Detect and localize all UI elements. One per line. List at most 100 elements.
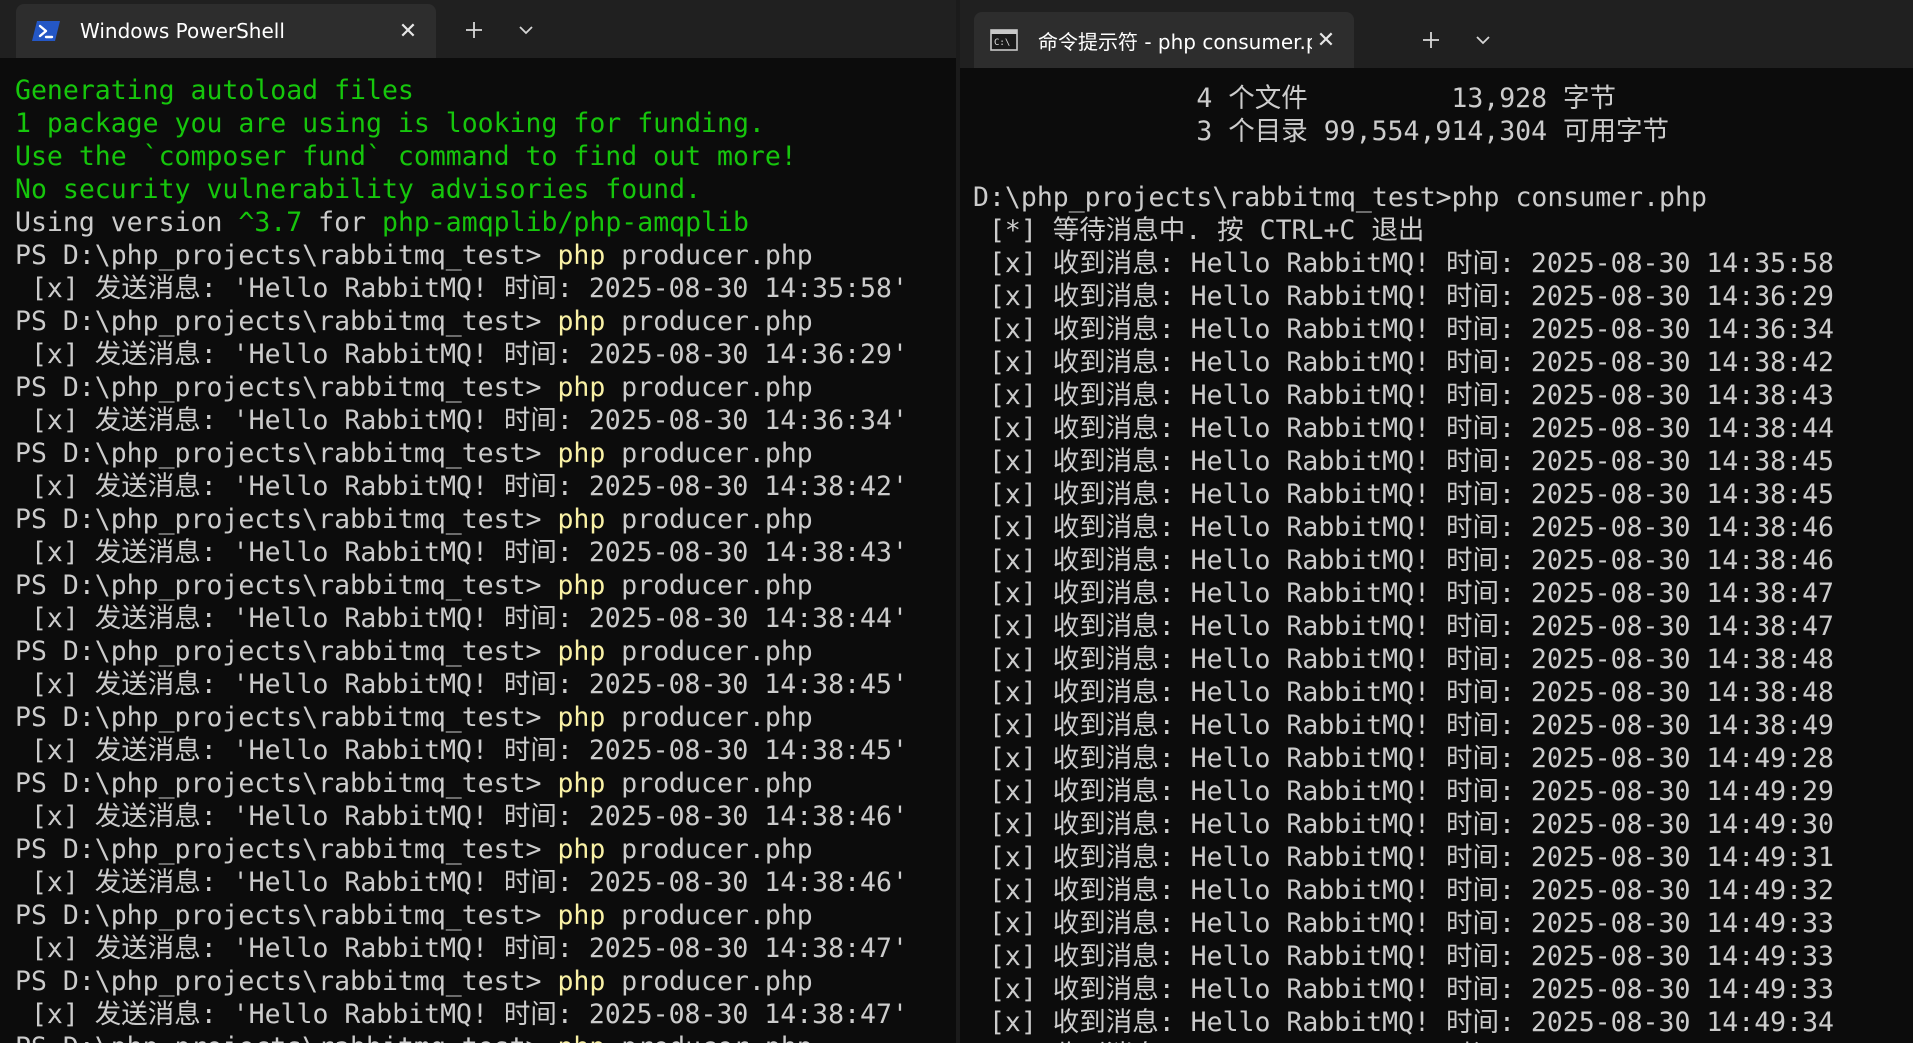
tab-title: 命令提示符 - php consumer.p [1038,29,1312,54]
console-line: PS D:\php_projects\rabbitmq_test> php pr… [15,371,958,404]
tab-cmd[interactable]: C:\ 命令提示符 - php consumer.p ✕ [974,12,1354,68]
console-text: [x] 发送消息: 'Hello RabbitMQ! 时间: 2025-08-3… [15,669,908,700]
console-line: [x] 收到消息: Hello RabbitMQ! 时间: 2025-08-30… [973,280,1913,313]
terminal-output[interactable]: 4 个文件 13,928 字节 3 个目录 99,554,914,304 可用字… [973,82,1913,1043]
console-text: php [557,240,606,271]
console-line: PS D:\php_projects\rabbitmq_test> php pr… [15,569,958,602]
console-text: ^3.7 [238,207,303,238]
console-text: [x] 发送消息: 'Hello RabbitMQ! 时间: 2025-08-3… [15,405,908,436]
console-text: Generating autoload files [15,75,414,106]
console-text: [x] 发送消息: 'Hello RabbitMQ! 时间: 2025-08-3… [15,339,908,370]
console-line: D:\php_projects\rabbitmq_test>php consum… [973,181,1913,214]
console-line: [x] 收到消息: Hello RabbitMQ! 时间: 2025-08-30… [973,610,1913,643]
console-text: [x] 发送消息: 'Hello RabbitMQ! 时间: 2025-08-3… [15,867,908,898]
console-line: 4 个文件 13,928 字节 [973,82,1913,115]
cmd-window[interactable]: C:\ 命令提示符 - php consumer.p ✕ 4 个文件 13,92… [960,0,1913,1043]
console-text: [x] 收到消息: Hello RabbitMQ! 时间: 2025-08-30… [973,578,1834,609]
console-text: Using version [15,207,239,238]
console-text: [x] 发送消息: 'Hello RabbitMQ! 时间: 2025-08-3… [15,735,908,766]
console-line: PS D:\php_projects\rabbitmq_test> php pr… [15,503,958,536]
console-line: [x] 收到消息: Hello RabbitMQ! 时间: 2025-08-30… [973,940,1913,973]
console-text: for [302,207,382,238]
console-text: 4 个文件 13,928 字节 [973,83,1617,114]
console-text: [x] 收到消息: Hello RabbitMQ! 时间: 2025-08-30… [973,776,1834,807]
console-line: [x] 收到消息: Hello RabbitMQ! 时间: 2025-08-30… [973,511,1913,544]
console-text: [x] 收到消息: Hello RabbitMQ! 时间: 2025-08-30… [973,710,1834,741]
console-text: php [557,438,606,469]
console-text: producer.php [605,768,813,799]
console-line: [*] 等待消息中. 按 CTRL+C 退出 [973,214,1913,247]
tab-dropdown-button[interactable] [1468,25,1498,55]
console-text: [x] 发送消息: 'Hello RabbitMQ! 时间: 2025-08-3… [15,933,908,964]
console-text: No security vulnerability advisories fou… [15,174,702,205]
console-line: [x] 收到消息: Hello RabbitMQ! 时间: 2025-08-30… [973,1006,1913,1039]
console-line: Generating autoload files [15,74,958,107]
console-text: producer.php [605,900,813,931]
console-text: producer.php [605,240,813,271]
console-text: PS D:\php_projects\rabbitmq_test> [15,504,558,535]
new-tab-button[interactable] [456,12,492,48]
console-text: producer.php [605,966,813,997]
console-text: [x] 发送消息: 'Hello RabbitMQ! 时间: 2025-08-3… [15,471,908,502]
tab-dropdown-button[interactable] [511,15,541,45]
console-line: [x] 收到消息: Hello RabbitMQ! 时间: 2025-08-30… [973,676,1913,709]
console-text: PS D:\php_projects\rabbitmq_test> [15,570,558,601]
new-tab-button[interactable] [1413,22,1449,58]
plus-icon [466,22,482,38]
console-line: [x] 收到消息: Hello RabbitMQ! 时间: 2025-08-30… [973,643,1913,676]
console-text: php [557,768,606,799]
console-line: [x] 收到消息: Hello RabbitMQ! 时间: 2025-08-30… [973,907,1913,940]
console-line: [x] 发送消息: 'Hello RabbitMQ! 时间: 2025-08-3… [15,800,958,833]
console-text: [x] 收到消息: Hello RabbitMQ! 时间: 2025-08-30… [973,974,1834,1005]
console-line: [x] 发送消息: 'Hello RabbitMQ! 时间: 2025-08-3… [15,668,958,701]
console-text: PS D:\php_projects\rabbitmq_test> [15,966,558,997]
console-text: php [557,702,606,733]
console-text: producer.php [605,570,813,601]
console-text: [x] 收到消息: Hello RabbitMQ! 时间: 2025-08-30… [973,512,1834,543]
console-line: [x] 发送消息: 'Hello RabbitMQ! 时间: 2025-08-3… [15,866,958,899]
console-line: [x] 收到消息: Hello RabbitMQ! 时间: 2025-08-30… [973,742,1913,775]
tab-title: Windows PowerShell [80,19,285,43]
close-icon[interactable]: ✕ [394,17,422,45]
console-text: php [557,966,606,997]
powershell-window[interactable]: Windows PowerShell ✕ Generating autoload… [0,0,958,1043]
console-line: PS D:\php_projects\rabbitmq_test> php pr… [15,437,958,470]
console-line: [x] 收到消息: Hello RabbitMQ! 时间: 2025-08-30… [973,544,1913,577]
console-text: php [557,372,606,403]
console-text: [x] 收到消息: Hello RabbitMQ! 时间: 2025-08-30… [973,314,1834,345]
plus-icon [1423,32,1439,48]
console-text: producer.php [605,438,813,469]
tab-powershell[interactable]: Windows PowerShell ✕ [16,4,436,58]
console-text: php [557,570,606,601]
console-line: [x] 收到消息: Hello RabbitMQ! 时间: 2025-08-30… [973,577,1913,610]
console-text: 3 个目录 99,554,914,304 可用字节 [973,116,1670,147]
console-text: PS D:\php_projects\rabbitmq_test> [15,372,558,403]
console-text: producer.php [605,702,813,733]
console-line: [x] 发送消息: 'Hello RabbitMQ! 时间: 2025-08-3… [15,602,958,635]
console-line: [x] 收到消息: Hello RabbitMQ! 时间: 2025-08-30… [973,808,1913,841]
console-line: Use the `composer fund` command to find … [15,140,958,173]
close-icon[interactable]: ✕ [1312,26,1340,54]
console-text: [x] 收到消息: Hello RabbitMQ! 时间: 2025-08-30… [973,248,1834,279]
console-line: [x] 收到消息: Hello RabbitMQ! 时间: 2025-08-30… [973,379,1913,412]
terminal-output[interactable]: Generating autoload files 1 package you a… [15,74,958,1043]
console-line: [x] 发送消息: 'Hello RabbitMQ! 时间: 2025-08-3… [15,338,958,371]
console-line: [x] 发送消息: 'Hello RabbitMQ! 时间: 2025-08-3… [15,404,958,437]
console-text: [x] 收到消息: Hello RabbitMQ! 时间: 2025-08-30… [973,446,1834,477]
console-line: Using version ^3.7 for php-amqplib/php-a… [15,206,958,239]
console-text: [x] 收到消息: Hello RabbitMQ! 时间: 2025-08-30… [973,545,1834,576]
console-text: PS D:\php_projects\rabbitmq_test> [15,900,558,931]
console-line: [x] 收到消息: Hello RabbitMQ! 时间: 2025-08-30… [973,412,1913,445]
console-text: [x] 发送消息: 'Hello RabbitMQ! 时间: 2025-08-3… [15,273,908,304]
console-text: [x] 发送消息: 'Hello RabbitMQ! 时间: 2025-08-3… [15,999,908,1030]
console-line: [x] 收到消息: Hello RabbitMQ! 时间: 2025-08-30… [973,445,1913,478]
console-line: PS D:\php_projects\rabbitmq_test> php pr… [15,899,958,932]
console-line: [x] 收到消息: Hello RabbitMQ! 时间: 2025-08-30… [973,874,1913,907]
console-line: PS D:\php_projects\rabbitmq_test> php pr… [15,833,958,866]
console-text: Use the `composer fund` command to find … [15,141,797,172]
console-text: [x] 收到消息: Hello RabbitMQ! 时间: 2025-08-30… [973,875,1834,906]
console-text: [x] 收到消息: Hello RabbitMQ! 时间: 2025-08-30… [973,611,1834,642]
console-text: [x] 收到消息: Hello RabbitMQ! 时间: 2025-08-30… [973,413,1834,444]
console-text: PS D:\php_projects\rabbitmq_test> [15,240,558,271]
